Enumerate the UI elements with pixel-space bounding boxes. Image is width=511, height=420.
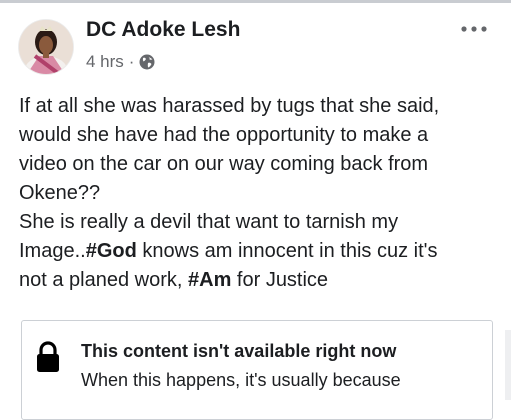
meta-separator: · [128, 52, 135, 71]
post-line: would she have had the opportunity to ma… [19, 124, 429, 146]
post-line: If at all she was harassed by tugs that … [19, 95, 440, 117]
post-meta: 4 hrs · [86, 52, 155, 72]
avatar[interactable] [19, 20, 73, 74]
hashtag-am[interactable]: #Am [188, 269, 231, 291]
text-segment: not a planed work, [19, 269, 188, 291]
unavailable-content-card[interactable]: This content isn't available right now W… [21, 320, 493, 420]
hashtag-god[interactable]: #God [86, 240, 137, 262]
text-segment: Image.. [19, 240, 86, 262]
post-line: Okene?? [19, 182, 101, 204]
notice-title: This content isn't available right now [81, 341, 397, 361]
scroll-edge [505, 330, 511, 400]
author-name[interactable]: DC Adoke Lesh [86, 18, 240, 42]
profile-photo [19, 20, 73, 74]
globe-icon [139, 54, 155, 70]
post-line: not a planed work, #Am for Justice [19, 266, 499, 295]
post-line: Image..#God knows am innocent in this cu… [19, 237, 499, 266]
more-options-icon[interactable] [457, 16, 491, 42]
notice-body: When this happens, it's usually because [81, 370, 401, 390]
text-segment: for Justice [231, 269, 329, 291]
post-line: video on the car on our way coming back … [19, 153, 429, 175]
lock-icon [36, 341, 60, 373]
top-divider [0, 0, 511, 3]
post-line: She is really a devil that want to tarni… [19, 211, 399, 233]
text-segment: knows am innocent in this cuz it's [136, 240, 438, 262]
post-text: If at all she was harassed by tugs that … [19, 92, 499, 295]
post-timestamp[interactable]: 4 hrs [86, 52, 124, 72]
